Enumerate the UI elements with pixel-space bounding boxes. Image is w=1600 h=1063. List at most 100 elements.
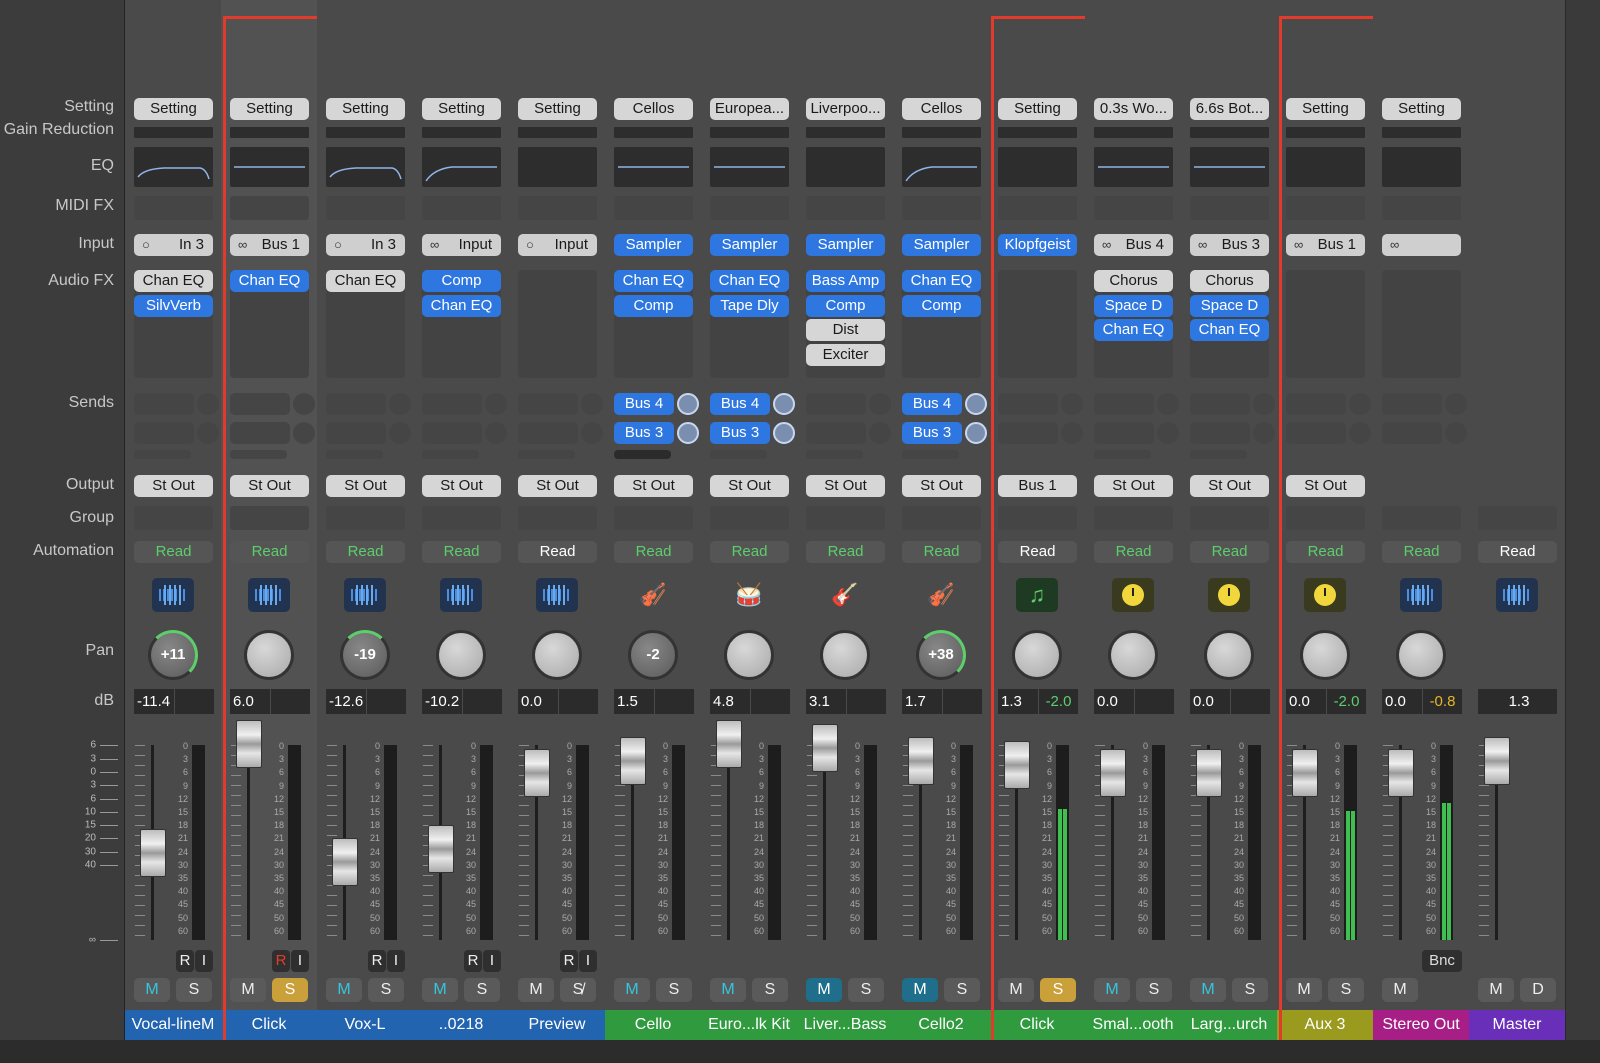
volume-fader[interactable] xyxy=(1100,749,1126,798)
setting-button[interactable]: Setting xyxy=(326,98,405,120)
track-name[interactable]: Aux 3 xyxy=(1277,1010,1373,1040)
send-level-knob[interactable] xyxy=(1445,422,1467,444)
mute-button[interactable]: M xyxy=(614,978,650,1002)
guitar-icon[interactable]: 🎸 xyxy=(824,578,866,612)
track-name[interactable]: Liver...Bass xyxy=(797,1010,893,1040)
input-slot[interactable]: Klopfgeist xyxy=(998,234,1077,256)
eq-thumbnail[interactable] xyxy=(710,147,789,187)
automation-mode-button[interactable]: Read xyxy=(422,541,501,563)
midi-fx-slot[interactable] xyxy=(1382,196,1461,220)
automation-mode-button[interactable]: Read xyxy=(134,541,213,563)
mute-button[interactable]: M xyxy=(422,978,458,1002)
send-level-knob[interactable] xyxy=(389,393,411,415)
input-slot[interactable]: ∞ Input xyxy=(422,234,501,256)
pan-knob[interactable]: -19 xyxy=(340,630,390,680)
send-level-knob[interactable] xyxy=(965,393,987,415)
audio-fx-plugin[interactable]: Chorus xyxy=(1190,270,1269,292)
midi-fx-slot[interactable] xyxy=(902,196,981,220)
eq-thumbnail[interactable] xyxy=(134,147,213,187)
track-name[interactable]: Smal...ooth xyxy=(1085,1010,1181,1040)
output-button[interactable]: St Out xyxy=(1286,475,1365,497)
record-enable-button[interactable]: R xyxy=(272,950,290,972)
send-slot[interactable] xyxy=(230,393,290,415)
send-level-knob[interactable] xyxy=(293,393,315,415)
audio-fx-plugin[interactable]: Space D xyxy=(1190,294,1269,317)
volume-fader[interactable] xyxy=(908,736,934,785)
automation-mode-button[interactable]: Read xyxy=(1094,541,1173,563)
track-name[interactable]: Click xyxy=(989,1010,1085,1040)
solo-button[interactable]: S xyxy=(368,978,404,1002)
group-slot[interactable] xyxy=(1478,506,1557,530)
midi-fx-slot[interactable] xyxy=(1190,196,1269,220)
volume-fader[interactable] xyxy=(140,829,166,878)
input-slot[interactable]: ○ In 3 xyxy=(134,234,213,256)
solo-button[interactable]: S xyxy=(176,978,212,1002)
midi-fx-slot[interactable] xyxy=(806,196,885,220)
audio-fx-plugin[interactable]: Chan EQ xyxy=(614,270,693,292)
send-level-knob[interactable] xyxy=(677,393,699,415)
output-button[interactable]: St Out xyxy=(422,475,501,497)
audio-fx-plugin[interactable]: Dist xyxy=(806,319,885,341)
pan-knob[interactable] xyxy=(532,630,582,680)
send-slot-empty[interactable] xyxy=(710,450,767,459)
send-slot[interactable] xyxy=(134,422,194,444)
group-slot[interactable] xyxy=(1190,506,1269,530)
send-level-knob[interactable] xyxy=(773,422,795,444)
pan-knob[interactable]: -2 xyxy=(628,630,678,680)
setting-button[interactable]: 6.6s Bot... xyxy=(1190,98,1269,120)
audio-fx-plugin[interactable]: Exciter xyxy=(806,343,885,366)
volume-fader[interactable] xyxy=(716,720,742,768)
group-slot[interactable] xyxy=(422,506,501,530)
midi-fx-slot[interactable] xyxy=(326,196,405,220)
record-enable-button[interactable]: R xyxy=(368,950,386,972)
automation-mode-button[interactable]: Read xyxy=(710,541,789,563)
setting-button[interactable]: Setting xyxy=(1286,98,1365,120)
midi-fx-slot[interactable] xyxy=(230,196,309,220)
setting-button[interactable]: Setting xyxy=(134,98,213,120)
send-level-knob[interactable] xyxy=(869,422,891,444)
send-slot[interactable] xyxy=(998,393,1058,415)
eq-thumbnail[interactable] xyxy=(326,147,405,187)
input-slot[interactable]: ∞ Bus 3 xyxy=(1190,234,1269,256)
input-monitor-button[interactable]: I xyxy=(483,950,501,972)
setting-button[interactable]: Setting xyxy=(518,98,597,120)
pan-knob[interactable] xyxy=(244,630,294,680)
output-button[interactable]: Bus 1 xyxy=(998,475,1077,497)
volume-readout[interactable]: 6.0 xyxy=(230,689,270,714)
automation-mode-button[interactable]: Read xyxy=(230,541,309,563)
volume-fader[interactable] xyxy=(1484,736,1510,785)
input-monitor-button[interactable]: I xyxy=(195,950,213,972)
automation-mode-button[interactable]: Read xyxy=(998,541,1077,563)
track-name[interactable]: Master xyxy=(1469,1010,1565,1040)
solo-button[interactable]: S xyxy=(464,978,500,1002)
volume-readout[interactable]: 1.3 xyxy=(1478,689,1557,714)
volume-fader[interactable] xyxy=(620,736,646,785)
volume-fader[interactable] xyxy=(1292,749,1318,798)
solo-button[interactable]: S xyxy=(1232,978,1268,1002)
midi-fx-slot[interactable] xyxy=(422,196,501,220)
audio-fx-plugin[interactable]: Chan EQ xyxy=(1094,319,1173,341)
solo-button[interactable]: S xyxy=(1328,978,1364,1002)
mute-button[interactable]: M xyxy=(902,978,938,1002)
record-enable-button[interactable]: R xyxy=(176,950,194,972)
solo-button[interactable]: S xyxy=(272,978,308,1002)
output-button[interactable]: St Out xyxy=(230,475,309,497)
clock-icon[interactable] xyxy=(1208,578,1250,612)
eq-thumbnail[interactable] xyxy=(230,147,309,187)
mute-button[interactable]: M xyxy=(710,978,746,1002)
volume-readout[interactable]: 1.7 xyxy=(902,689,942,714)
send-level-knob[interactable] xyxy=(197,422,219,444)
volume-readout[interactable]: 3.1 xyxy=(806,689,846,714)
send-level-knob[interactable] xyxy=(773,393,795,415)
send-level-knob[interactable] xyxy=(293,422,315,444)
mute-button[interactable]: M xyxy=(230,978,266,1002)
send-level-knob[interactable] xyxy=(1061,393,1083,415)
music-note-icon[interactable]: ♫ xyxy=(1016,578,1058,612)
input-slot[interactable]: ∞ Bus 4 xyxy=(1094,234,1173,256)
send-slot[interactable] xyxy=(518,393,578,415)
pan-knob[interactable]: +38 xyxy=(916,630,966,680)
audio-fx-plugin[interactable]: Tape Dly xyxy=(710,294,789,317)
volume-fader[interactable] xyxy=(1004,741,1030,789)
send-slot[interactable] xyxy=(1382,393,1442,415)
mute-button[interactable]: M xyxy=(1286,978,1322,1002)
